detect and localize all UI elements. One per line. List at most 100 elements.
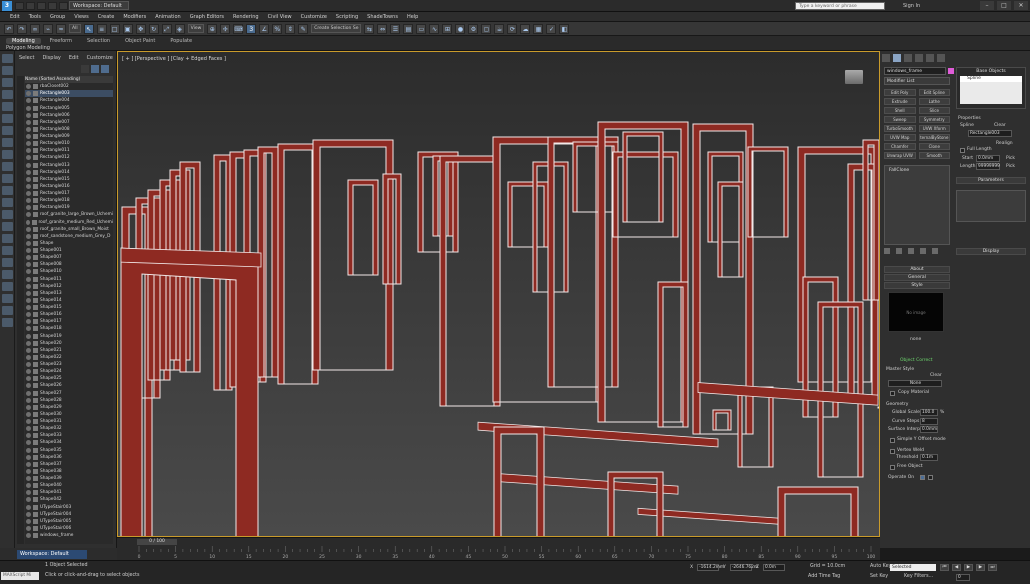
maximize-button[interactable]: □ [997,1,1011,10]
surface-interp-field[interactable]: 0.0mm [920,426,938,433]
menu-graph-editors[interactable]: Graph Editors [190,12,224,22]
render-production-icon[interactable]: ☕ [494,23,505,34]
visibility-eye-icon[interactable] [26,148,31,154]
rotate-icon[interactable]: ↻ [148,23,159,34]
filter-groups-icon[interactable] [2,138,13,147]
add-time-tag-button[interactable]: Add Time Tag [808,574,840,579]
parameters-rollout[interactable]: Parameters [956,177,1026,184]
visibility-eye-icon[interactable] [26,518,31,524]
filter-spacewarps-icon[interactable] [2,126,13,135]
visibility-eye-icon[interactable] [26,419,31,425]
visibility-eye-icon[interactable] [26,276,31,282]
rectangular-selection-icon[interactable]: □ [109,23,120,34]
menu-edit[interactable]: Edit [10,12,20,22]
list-item[interactable]: Shape007 [25,254,113,261]
search-input[interactable]: Type a keyword or phrase [795,2,885,10]
redo-icon[interactable] [59,1,68,10]
menu-tools[interactable]: Tools [29,12,41,22]
window-frame-mesh[interactable] [347,179,379,276]
tab-populate[interactable]: Populate [164,38,198,44]
create-tab-icon[interactable] [882,54,890,62]
render-setup-icon[interactable]: ⚙ [468,23,479,34]
undo-icon[interactable]: ↶ [4,23,14,34]
make-unique-icon[interactable] [908,248,914,254]
frame-beam-mesh[interactable] [477,421,719,448]
track-bar[interactable]: 0 5 10 15 20 25 30 35 40 45 50 55 60 65 70 75 80 85 90 95 10… [137,546,875,560]
visibility-eye-icon[interactable] [26,483,31,489]
visibility-eye-icon[interactable] [26,119,31,125]
visibility-eye-icon[interactable] [26,404,31,410]
visibility-eye-icon[interactable] [26,326,31,332]
clear-search-icon[interactable] [81,65,89,73]
explorer-menu-select[interactable]: Select [19,55,34,61]
mod-unwrap-uvw-button[interactable]: Unwrap UVW [884,152,916,159]
mod-chamfer-button[interactable]: Chamfer [884,143,916,150]
lock-icon[interactable] [2,306,13,315]
list-item[interactable]: Shape010 [25,268,113,275]
visibility-eye-icon[interactable] [26,411,31,417]
utilities-tab-icon[interactable] [937,54,945,62]
list-item[interactable]: Shape011 [25,276,113,283]
visibility-eye-icon[interactable] [26,240,31,246]
visibility-eye-icon[interactable] [26,297,31,303]
visibility-eye-icon[interactable] [26,312,31,318]
named-selection-set-dropdown[interactable]: Create Selection Se [311,24,362,33]
visibility-eye-icon[interactable] [26,426,31,432]
list-item[interactable]: Shape033 [25,432,113,439]
sort-icon[interactable] [2,258,13,267]
close-button[interactable]: ✕ [1014,1,1028,10]
list-item[interactable]: UTypeStair003 [25,504,113,511]
visibility-eye-icon[interactable] [26,84,31,90]
visibility-eye-icon[interactable] [26,490,31,496]
ribbon-toggle-icon[interactable]: ▭ [416,23,427,34]
visibility-eye-icon[interactable] [26,283,31,289]
window-frame-mesh[interactable] [707,151,744,243]
visibility-eye-icon[interactable] [26,333,31,339]
invert-display-icon[interactable] [2,234,13,243]
list-item[interactable]: Shape041 [25,489,113,496]
y-coordinate-field[interactable]: -2646.762m [729,564,758,571]
list-item[interactable]: Shape038 [25,468,113,475]
visibility-eye-icon[interactable] [26,269,31,275]
layer-icon[interactable] [2,282,13,291]
list-item[interactable]: Rectangle017 [25,190,113,197]
global-scale-field[interactable]: 100.0 [920,409,938,416]
visibility-eye-icon[interactable] [26,112,31,118]
length-pick-button[interactable]: Pick [1006,164,1015,169]
move-icon[interactable]: ✥ [135,23,146,34]
visibility-eye-icon[interactable] [26,397,31,403]
explorer-menu-display[interactable]: Display [42,55,60,61]
window-frame-mesh[interactable] [277,143,319,385]
window-frame-mesh[interactable] [507,181,549,248]
list-item[interactable]: Shape019 [25,333,113,340]
next-frame-icon[interactable]: ▶ [976,564,985,571]
visibility-eye-icon[interactable] [26,290,31,296]
master-style-field[interactable]: None [888,380,942,387]
sync-selection-icon[interactable] [2,246,13,255]
list-item[interactable]: Shape014 [25,297,113,304]
visibility-eye-icon[interactable] [26,176,31,182]
tab-freeform[interactable]: Freeform [44,38,78,44]
window-frame-mesh[interactable] [737,386,774,468]
visibility-eye-icon[interactable] [26,305,31,311]
visibility-eye-icon[interactable] [26,198,31,204]
material-editor-icon[interactable]: ● [455,23,466,34]
spline-pick-field[interactable]: Rectangle003 [968,130,1012,137]
current-frame-field[interactable]: 0 [956,574,970,581]
list-item[interactable]: Shape013 [25,290,113,297]
auto-key-button[interactable]: Auto Key [870,564,891,569]
filter-geometry-icon[interactable] [2,66,13,75]
keyboard-shortcut-icon[interactable]: ⌨ [233,23,244,34]
display-rollout[interactable]: Display [956,248,1026,255]
menu-rendering[interactable]: Rendering [233,12,259,22]
open-a360-gallery-icon[interactable]: ▦ [533,23,544,34]
object-name-field[interactable]: windows_frame [884,67,946,75]
window-frame-mesh[interactable] [717,181,744,278]
filter-bones-icon[interactable] [2,162,13,171]
open-file-icon[interactable] [26,1,35,10]
style-rollout[interactable]: Style [884,282,950,289]
extra-tool-icon[interactable]: ◧ [559,23,570,34]
curve-editor-icon[interactable]: ∿ [429,23,440,34]
list-item[interactable]: Shape022 [25,354,113,361]
list-item[interactable]: Rectangle019 [25,204,113,211]
